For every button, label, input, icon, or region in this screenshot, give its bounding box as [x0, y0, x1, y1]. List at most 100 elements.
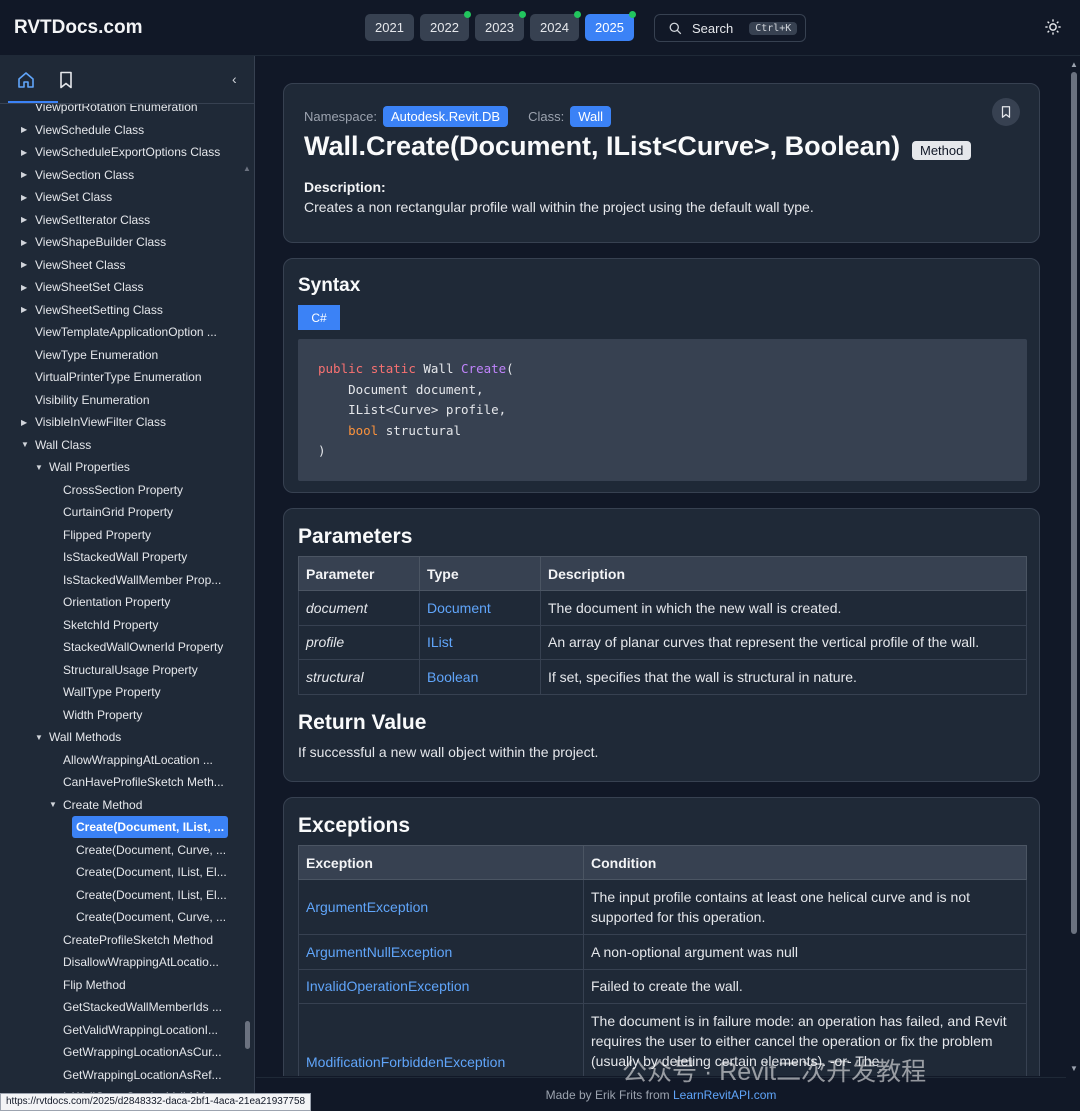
tree-item[interactable]: ▼ Wall Properties — [35, 456, 130, 478]
tree-item[interactable]: CreateProfileSketch Method — [63, 929, 213, 951]
column-header: Parameter — [298, 556, 420, 591]
tree-item[interactable]: ViewportRotation Enumeration — [35, 104, 198, 118]
chevron-left-icon[interactable]: ‹ — [232, 71, 237, 87]
tree-item[interactable]: DisallowWrappingAtLocatio... — [63, 951, 219, 973]
exception-link[interactable]: InvalidOperationException — [298, 968, 584, 1004]
tree-item[interactable]: GetValidWrappingLocationI... — [63, 1019, 218, 1041]
tree-item[interactable]: ▶ ViewSet Class — [21, 186, 112, 208]
tree-item[interactable]: Width Property — [63, 704, 142, 726]
caret-right-icon[interactable]: ▶ — [21, 238, 27, 247]
search-button[interactable]: Search Ctrl+K — [654, 14, 806, 42]
tree-item-selected[interactable]: Create(Document, IList, ... — [72, 816, 229, 838]
caret-right-icon[interactable]: ▶ — [21, 193, 27, 202]
tree-item[interactable]: ▶ ViewSetIterator Class — [21, 209, 150, 231]
sun-icon[interactable] — [1044, 18, 1062, 36]
caret-right-icon[interactable]: ▶ — [21, 170, 27, 179]
tree-item[interactable]: Create(Document, IList, El... — [76, 884, 227, 906]
tree-item[interactable]: VirtualPrinterType Enumeration — [35, 366, 202, 388]
tree-item[interactable]: IsStackedWall Property — [63, 546, 187, 568]
tree-item[interactable]: IsStackedWallMember Prop... — [63, 569, 221, 591]
tree-item[interactable]: StackedWallOwnerId Property — [63, 636, 223, 658]
tree-item-label: Visibility Enumeration — [35, 392, 150, 407]
tree-item-label: Create(Document, Curve, ... — [76, 910, 227, 924]
tree-item[interactable]: Create(Document, Curve, ... — [76, 839, 226, 861]
scroll-up-arrow-icon[interactable]: ▲ — [243, 164, 251, 173]
tree-item[interactable]: Visibility Enumeration — [35, 389, 150, 411]
version-2025-button[interactable]: 2025 — [585, 11, 636, 41]
tree-item[interactable]: StructuralUsage Property — [63, 659, 198, 681]
tree-item[interactable]: ▶ ViewSheet Class — [21, 254, 126, 276]
tree-item-label: Wall Class — [35, 437, 92, 452]
caret-right-icon[interactable]: ▶ — [21, 305, 27, 314]
tree-item[interactable]: ViewType Enumeration — [35, 344, 158, 366]
scroll-up-arrow-icon[interactable]: ▲ — [1070, 60, 1078, 69]
tree-item[interactable]: CanHaveProfileSketch Meth... — [63, 771, 224, 793]
exception-link[interactable]: ModificationForbiddenException — [298, 1003, 584, 1076]
tree-item[interactable]: ▼ Create Method — [49, 794, 142, 816]
tree-item[interactable]: ▶ VisibleInViewFilter Class — [21, 411, 166, 433]
caret-right-icon[interactable]: ▶ — [21, 125, 27, 134]
parameter-type-link[interactable]: Boolean — [419, 659, 541, 695]
table-header-row: Exception Condition — [298, 845, 1027, 880]
scroll-down-arrow-icon[interactable]: ▼ — [1070, 1064, 1078, 1073]
caret-down-icon[interactable]: ▼ — [49, 800, 57, 809]
tree-item[interactable]: ViewTemplateApplicationOption ... — [35, 321, 217, 343]
available-dot — [629, 11, 636, 18]
main-scrollbar-thumb[interactable] — [1071, 72, 1077, 934]
caret-down-icon[interactable]: ▼ — [35, 733, 43, 742]
namespace-link[interactable]: Autodesk.Revit.DB — [382, 106, 509, 127]
exception-link[interactable]: ArgumentException — [298, 879, 584, 935]
tree-item[interactable]: ▶ ViewScheduleExportOptions Class — [21, 141, 220, 163]
tree-item[interactable]: ▶ ViewShapeBuilder Class — [21, 231, 166, 253]
tree-item[interactable]: ▶ ViewSheetSetting Class — [21, 299, 163, 321]
tree-item[interactable]: Flipped Property — [63, 524, 151, 546]
home-icon[interactable] — [16, 70, 36, 90]
bookmark-button[interactable] — [992, 98, 1020, 126]
bookmark-icon[interactable] — [56, 70, 76, 90]
parameter-type-link[interactable]: Document — [419, 590, 541, 626]
tree-item[interactable]: ▶ ViewSchedule Class — [21, 119, 144, 141]
sidebar-scrollbar[interactable] — [245, 1021, 250, 1049]
brand-logo[interactable]: RVTDocs.com — [14, 17, 142, 39]
caret-right-icon[interactable]: ▶ — [21, 215, 27, 224]
caret-right-icon[interactable]: ▶ — [21, 283, 27, 292]
tree-item[interactable]: ▶ ViewSection Class — [21, 164, 134, 186]
tree-item[interactable]: Create(Document, IList, El... — [76, 861, 227, 883]
caret-right-icon[interactable]: ▶ — [21, 418, 27, 427]
exception-link[interactable]: ArgumentNullException — [298, 934, 584, 970]
tree-item-label: ViewSheetSet Class — [35, 280, 144, 294]
column-header: Type — [419, 556, 541, 591]
caret-down-icon[interactable]: ▼ — [35, 463, 43, 472]
parameter-type-link[interactable]: IList — [419, 624, 541, 660]
tree-item[interactable]: GetStackedWallMemberIds ... — [63, 996, 222, 1018]
tree-item[interactable]: GetWrappingLocationAsRef... — [63, 1064, 222, 1086]
tree-item[interactable]: AllowWrappingAtLocation ... — [63, 749, 213, 771]
tree-item[interactable]: Create(Document, Curve, ... — [76, 906, 226, 928]
tree-item[interactable]: ▼ Wall Methods — [35, 726, 121, 748]
tree-item-label: Create(Document, Curve, ... — [76, 842, 227, 857]
version-2024-button[interactable]: 2024 — [530, 11, 581, 41]
tab-csharp[interactable]: C# — [298, 305, 340, 330]
tree-item[interactable]: ▼ Wall Class — [21, 434, 92, 456]
tree-item[interactable]: CurtainGrid Property — [63, 501, 173, 523]
caret-right-icon[interactable]: ▶ — [21, 260, 27, 269]
tree-item[interactable]: CrossSection Property — [63, 479, 183, 501]
version-2021-button[interactable]: 2021 — [365, 14, 414, 41]
version-2022-button[interactable]: 2022 — [420, 11, 471, 41]
tree-item[interactable]: SketchId Property — [63, 614, 158, 636]
version-2023-button[interactable]: 2023 — [475, 11, 526, 41]
code-block[interactable]: public static Wall Create( Document docu… — [298, 339, 1027, 481]
tree-item[interactable]: GetWrappingLocationAsCur... — [63, 1041, 222, 1063]
table-row: ArgumentException The input profile cont… — [298, 879, 1027, 935]
tree-item[interactable]: Orientation Property — [63, 591, 170, 613]
tree-item[interactable]: WallType Property — [63, 681, 161, 703]
search-icon — [669, 22, 682, 34]
tree-item[interactable]: ▶ ViewSheetSet Class — [21, 276, 144, 298]
caret-right-icon[interactable]: ▶ — [21, 148, 27, 157]
tree-item[interactable]: Flip Method — [63, 974, 126, 996]
column-header: Description — [540, 556, 1027, 591]
exceptions-card: Exceptions Exception Condition ArgumentE… — [283, 797, 1040, 1076]
class-link[interactable]: Wall — [570, 106, 612, 127]
caret-down-icon[interactable]: ▼ — [21, 440, 29, 449]
footer-link[interactable]: LearnRevitAPI.com — [673, 1088, 776, 1102]
